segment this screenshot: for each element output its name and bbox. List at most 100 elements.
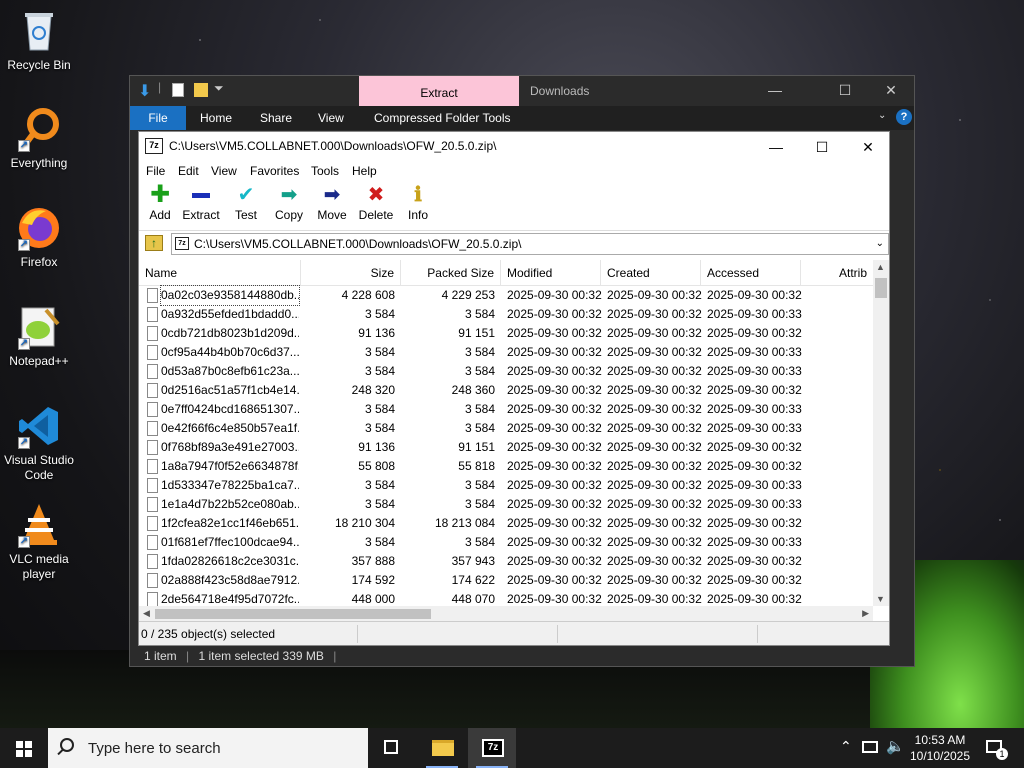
- vertical-scrollbar[interactable]: ▲ ▼: [873, 260, 889, 606]
- column-header-size[interactable]: Size: [301, 260, 401, 286]
- menu-help[interactable]: Help: [352, 164, 377, 178]
- cell-size: 3 584: [364, 535, 395, 549]
- volume-muted-icon[interactable]: 🔈: [886, 737, 905, 755]
- column-header-modified[interactable]: Modified: [501, 260, 601, 286]
- ribbon-tab-share[interactable]: Share: [260, 111, 292, 125]
- toolbar-move-button[interactable]: ➡ Move: [315, 182, 349, 222]
- desktop-icon-everything[interactable]: ↗ Everything: [0, 106, 78, 170]
- cell-created: 2025-09-30 00:32: [607, 307, 702, 321]
- table-row[interactable]: 0cdb721db8023b1d209d... 91 136 91 151 2025-…: [139, 324, 873, 343]
- cell-size: 3 584: [364, 364, 395, 378]
- desktop-icon-firefox[interactable]: ↗ Firefox: [0, 205, 78, 269]
- scroll-right-icon[interactable]: ▶: [862, 608, 869, 619]
- table-row[interactable]: 1fda02826618c2ce3031c... 357 888 357 943 20…: [139, 552, 873, 571]
- column-header-packed-size[interactable]: Packed Size: [401, 260, 501, 286]
- file-list-header: Name Size Packed Size Modified Created A…: [139, 260, 889, 286]
- cell-name: 0a932d55efded1bdadd0...: [161, 307, 299, 321]
- table-row[interactable]: 1a8a7947f0f52e6634878f... 55 808 55 818 202…: [139, 457, 873, 476]
- table-row[interactable]: 0e42f66f6c4e850b57ea1f... 3 584 3 584 2025-…: [139, 419, 873, 438]
- properties-icon[interactable]: [172, 83, 184, 97]
- table-row[interactable]: 1f2cfea82e1cc1f46eb651... 18 210 304 18 21…: [139, 514, 873, 533]
- start-button[interactable]: [0, 728, 48, 768]
- table-row[interactable]: 1e1a4d7b22b52ce080ab... 3 584 3 584 2025-09…: [139, 495, 873, 514]
- vertical-scroll-thumb[interactable]: [875, 278, 887, 298]
- vlc-icon: ↗: [16, 502, 62, 548]
- up-folder-icon[interactable]: ↑: [145, 235, 163, 251]
- cell-packed-size: 3 584: [464, 535, 495, 549]
- table-row[interactable]: 0d53a87b0c8efb61c23a... 3 584 3 584 2025-09…: [139, 362, 873, 381]
- quick-access-dropdown-icon[interactable]: ⏷: [214, 81, 224, 96]
- taskbar-clock[interactable]: 10:53 AM 10/10/2025: [908, 732, 972, 764]
- table-row[interactable]: 0a932d55efded1bdadd0... 3 584 3 584 2025-09…: [139, 305, 873, 324]
- ribbon-tab-view[interactable]: View: [318, 111, 344, 125]
- ribbon-tab-file[interactable]: File: [130, 106, 186, 130]
- sevenzip-minimize-button[interactable]: —: [753, 136, 799, 158]
- folder-icon[interactable]: [194, 83, 208, 97]
- sevenzip-close-button[interactable]: ✕: [845, 136, 891, 158]
- sevenzip-icon: 7z: [482, 739, 504, 757]
- sevenzip-maximize-button[interactable]: ☐: [799, 136, 845, 158]
- network-icon[interactable]: [862, 741, 878, 753]
- horizontal-scrollbar[interactable]: ◀ ▶: [139, 606, 873, 622]
- toolbar-info-button[interactable]: ℹ Info: [405, 182, 431, 222]
- cell-accessed: 2025-09-30 00:32: [707, 288, 802, 302]
- menu-favorites[interactable]: Favorites: [250, 164, 299, 178]
- cell-created: 2025-09-30 00:32: [607, 402, 702, 416]
- explorer-close-button[interactable]: ✕: [876, 82, 906, 99]
- sevenzip-titlebar[interactable]: 7z C:\Users\VM5.COLLABNET.000\Downloads\…: [139, 132, 889, 160]
- ribbon-tab-home[interactable]: Home: [200, 111, 232, 125]
- sevenzip-window[interactable]: 7z C:\Users\VM5.COLLABNET.000\Downloads\…: [138, 131, 890, 646]
- column-header-accessed[interactable]: Accessed: [701, 260, 801, 286]
- desktop-icon-vscode[interactable]: ↗ Visual Studio Code: [0, 403, 78, 483]
- table-row[interactable]: 01f681ef7ffec100dcae94... 3 584 3 584 2025-…: [139, 533, 873, 552]
- desktop-icon-notepad-plus-plus[interactable]: ↗ Notepad++: [0, 304, 78, 368]
- scroll-down-icon[interactable]: ▼: [876, 594, 885, 604]
- chevron-down-icon[interactable]: ⌄: [876, 234, 884, 254]
- table-row[interactable]: 02a888f423c58d8ae7912... 174 592 174 622 20…: [139, 571, 873, 590]
- taskbar-search-box[interactable]: Type here to search: [48, 728, 368, 768]
- explorer-tab-extract[interactable]: Extract: [359, 76, 519, 106]
- table-row[interactable]: 0f768bf89a3e491e27003... 91 136 91 151 2025…: [139, 438, 873, 457]
- toolbar-copy-button[interactable]: ➡ Copy: [273, 182, 305, 222]
- taskbar-file-explorer-button[interactable]: [418, 728, 466, 768]
- chevron-up-icon[interactable]: ⌃: [840, 738, 852, 755]
- column-header-attrib[interactable]: Attrib: [801, 260, 873, 286]
- table-row[interactable]: 0a02c03e9358144880db... 4 228 608 4 229 25…: [139, 285, 873, 306]
- horizontal-scroll-thumb[interactable]: [155, 609, 431, 619]
- table-row[interactable]: 0e7ff0424bcd168651307... 3 584 3 584 2025-0…: [139, 400, 873, 419]
- explorer-minimize-button[interactable]: —: [760, 82, 790, 98]
- scroll-up-icon[interactable]: ▲: [876, 262, 885, 272]
- file-list[interactable]: Name Size Packed Size Modified Created A…: [139, 260, 889, 622]
- ribbon-tab-compressed-folder-tools[interactable]: Compressed Folder Tools: [374, 111, 511, 125]
- cell-packed-size: 357 943: [451, 554, 495, 568]
- notification-center-button[interactable]: 1: [982, 728, 1012, 768]
- toolbar-extract-button[interactable]: Extract: [181, 182, 221, 222]
- toolbar-delete-button[interactable]: ✖ Delete: [357, 182, 395, 222]
- taskbar-7zip-button[interactable]: 7z: [468, 728, 516, 768]
- table-row[interactable]: 0cf95a44b4b0b70c6d37... 3 584 3 584 2025-09…: [139, 343, 873, 362]
- column-header-name[interactable]: Name: [139, 260, 301, 286]
- menu-tools[interactable]: Tools: [311, 164, 339, 178]
- ribbon-expand-icon[interactable]: ⌄: [878, 110, 886, 121]
- vscode-icon: ↗: [16, 403, 62, 449]
- menu-file[interactable]: File: [146, 164, 165, 178]
- cell-packed-size: 3 584: [464, 402, 495, 416]
- help-icon[interactable]: ?: [896, 109, 912, 125]
- address-input[interactable]: 7z C:\Users\VM5.COLLABNET.000\Downloads\…: [171, 233, 889, 255]
- explorer-maximize-button[interactable]: ☐: [830, 82, 860, 99]
- scroll-left-icon[interactable]: ◀: [143, 608, 150, 619]
- cell-packed-size: 3 584: [464, 345, 495, 359]
- toolbar-add-button[interactable]: ✚ Add: [147, 182, 173, 223]
- column-header-created[interactable]: Created: [601, 260, 701, 286]
- explorer-titlebar[interactable]: ⬇ | ⏷ Extract Downloads — ☐ ✕: [130, 76, 914, 106]
- toolbar-test-button[interactable]: ✔ Test: [231, 182, 261, 222]
- table-row[interactable]: 0d2516ac51a57f1cb4e14... 248 320 248 360 20…: [139, 381, 873, 400]
- cell-modified: 2025-09-30 00:32: [507, 307, 602, 321]
- menu-edit[interactable]: Edit: [178, 164, 199, 178]
- toolbar-label: Delete: [358, 208, 394, 222]
- desktop-icon-vlc[interactable]: ↗ VLC media player: [0, 502, 78, 582]
- table-row[interactable]: 1d533347e78225ba1ca7... 3 584 3 584 2025-09…: [139, 476, 873, 495]
- menu-view[interactable]: View: [211, 164, 237, 178]
- desktop-icon-recycle-bin[interactable]: Recycle Bin: [0, 8, 78, 72]
- task-view-button[interactable]: [368, 728, 416, 768]
